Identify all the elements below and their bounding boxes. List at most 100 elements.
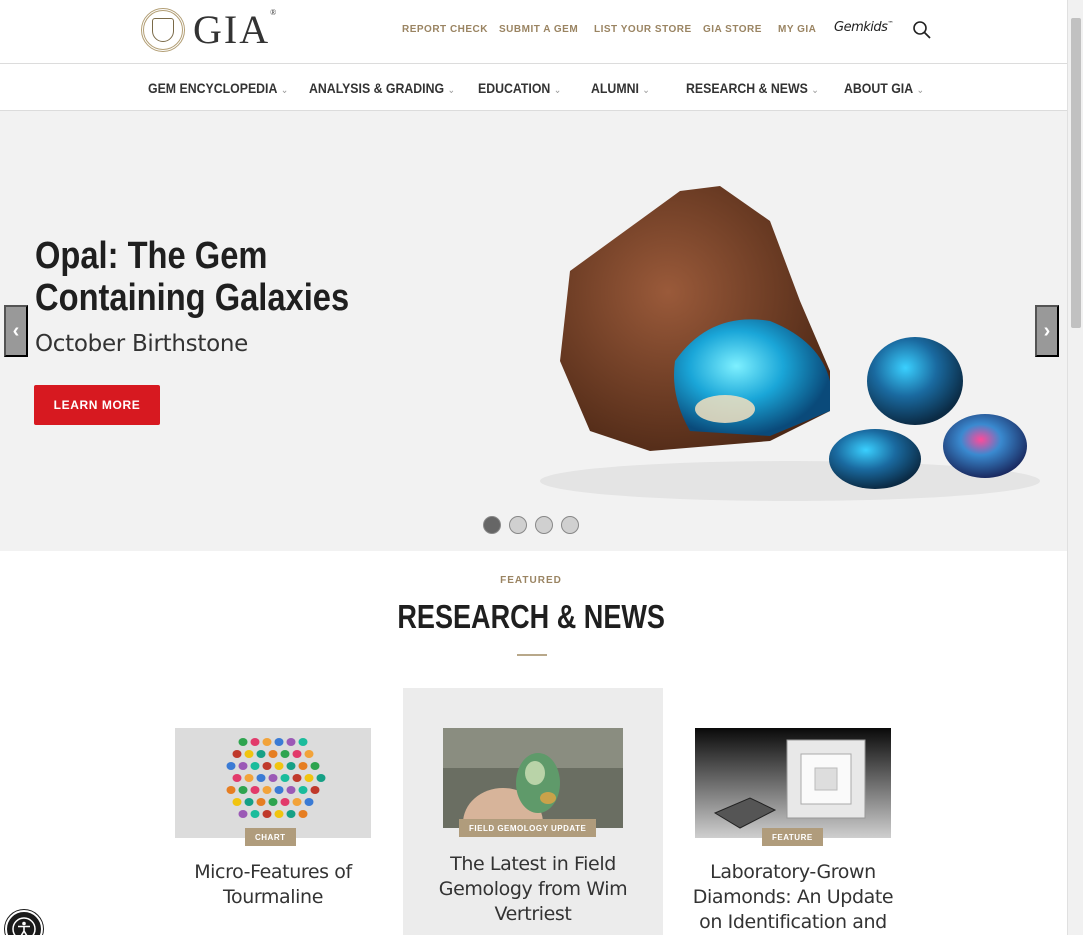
util-link-list-your-store[interactable]: LIST YOUR STORE	[594, 24, 692, 35]
gem-swatch	[256, 798, 266, 806]
chevron-down-icon: ⌄	[447, 85, 455, 96]
gia-seal-icon	[141, 8, 185, 52]
page-scrollbar[interactable]	[1067, 0, 1083, 935]
gem-swatch	[274, 810, 284, 818]
learn-more-button[interactable]: LEARN MORE	[34, 385, 160, 425]
gem-swatch	[268, 774, 278, 782]
gem-swatch	[226, 762, 236, 770]
chevron-down-icon: ⌄	[916, 85, 925, 96]
gem-swatch	[262, 810, 272, 818]
nav-research-news[interactable]: RESEARCH & NEWS ⌄	[686, 80, 819, 96]
gemkids-logo[interactable]: Gemkids™	[834, 20, 893, 35]
hero-subtitle: October Birthstone	[35, 331, 248, 357]
card-title: Laboratory-Grown Diamonds: An Update on …	[692, 861, 894, 933]
top-bar: GIA® REPORT CHECK SUBMIT A GEM LIST YOUR…	[0, 0, 1067, 64]
nav-gem-encyclopedia[interactable]: GEM ENCYCLOPEDIA ⌄	[148, 80, 288, 96]
gem-swatch	[274, 762, 284, 770]
card-tag: FIELD GEMOLOGY UPDATE	[459, 819, 597, 837]
gem-swatch	[304, 750, 314, 758]
gem-swatch	[262, 786, 272, 794]
gem-swatch	[286, 738, 296, 746]
gem-swatch	[292, 750, 302, 758]
carousel-dot-4[interactable]	[561, 516, 579, 534]
chevron-down-icon: ⌄	[280, 85, 289, 96]
gem-swatch	[310, 762, 320, 770]
gem-swatch	[298, 810, 308, 818]
gem-swatch	[250, 810, 260, 818]
carousel-dot-2[interactable]	[509, 516, 527, 534]
util-link-report-check[interactable]: REPORT CHECK	[402, 24, 488, 35]
scrollbar-thumb[interactable]	[1071, 18, 1081, 328]
gia-logo[interactable]: GIA®	[141, 8, 278, 52]
gem-swatch	[262, 738, 272, 746]
tourmaline-chart-image	[175, 728, 371, 838]
gem-swatch	[232, 774, 242, 782]
gem-swatch	[244, 798, 254, 806]
nav-analysis-grading[interactable]: ANALYSIS & GRADING ⌄	[309, 80, 455, 96]
gem-swatch	[250, 786, 260, 794]
carousel-dot-3[interactable]	[535, 516, 553, 534]
nav-alumni[interactable]: ALUMNI ⌄	[591, 80, 650, 96]
gem-swatch	[280, 774, 290, 782]
nav-label: ANALYSIS & GRADING	[309, 80, 445, 96]
opal-gems-image	[540, 186, 1040, 501]
nav-education[interactable]: EDUCATION ⌄	[478, 80, 561, 96]
gemkids-tm: ™	[887, 20, 893, 28]
nav-about-gia[interactable]: ABOUT GIA ⌄	[844, 80, 924, 96]
carousel-next-button[interactable]: ›	[1035, 305, 1059, 357]
gem-swatch	[232, 798, 242, 806]
featured-title: RESEARCH & NEWS	[0, 598, 1062, 636]
gem-swatch	[250, 738, 260, 746]
gem-swatch	[244, 774, 254, 782]
divider	[517, 654, 547, 656]
gem-swatch	[244, 750, 254, 758]
chevron-down-icon: ⌄	[811, 85, 819, 96]
card-title: Micro-Features of Tourmaline	[194, 861, 352, 908]
hero-title: Opal: The Gem Containing Galaxies	[35, 235, 350, 319]
gem-swatch	[304, 774, 314, 782]
gem-swatch	[262, 762, 272, 770]
gem-swatch	[268, 798, 278, 806]
gem-swatch	[310, 786, 320, 794]
nav-label: ALUMNI	[591, 80, 639, 96]
search-button[interactable]	[912, 20, 932, 40]
gem-swatch	[298, 738, 308, 746]
chevron-right-icon: ›	[1043, 319, 1051, 342]
gem-swatch	[256, 750, 266, 758]
gem-swatch	[232, 750, 242, 758]
gem-swatch	[268, 750, 278, 758]
nav-label: GEM ENCYCLOPEDIA	[148, 80, 278, 96]
registered-mark: ®	[270, 7, 279, 17]
gem-swatch	[274, 738, 284, 746]
gem-swatch	[286, 786, 296, 794]
util-link-gia-store[interactable]: GIA STORE	[703, 24, 762, 35]
gem-swatch	[304, 798, 314, 806]
card-tag: FEATURE	[762, 828, 823, 846]
logo-wordmark: GIA	[193, 7, 271, 52]
util-link-my-gia[interactable]: MY GIA	[778, 24, 816, 35]
nav-label: ABOUT GIA	[844, 80, 914, 96]
carousel-prev-button[interactable]: ‹	[4, 305, 28, 357]
gem-swatch	[238, 810, 248, 818]
gem-swatch	[286, 762, 296, 770]
gem-swatch	[250, 762, 260, 770]
chevron-left-icon: ‹	[12, 319, 20, 342]
gem-swatch	[238, 786, 248, 794]
gem-swatch	[280, 798, 290, 806]
search-icon	[913, 21, 931, 39]
gemkids-label: Gemkids	[834, 20, 888, 35]
featured-title-text: RESEARCH & NEWS	[397, 598, 665, 635]
gem-swatch	[280, 750, 290, 758]
accessibility-icon	[12, 917, 36, 935]
chevron-down-icon: ⌄	[642, 85, 650, 96]
gem-swatch	[238, 762, 248, 770]
nav-label: RESEARCH & NEWS	[686, 80, 808, 96]
gem-swatch	[226, 786, 236, 794]
accessibility-button[interactable]	[5, 910, 43, 935]
carousel-dot-1[interactable]	[483, 516, 501, 534]
gem-swatch	[292, 774, 302, 782]
main-nav: GEM ENCYCLOPEDIA ⌄ ANALYSIS & GRADING ⌄ ED…	[0, 64, 1067, 111]
nav-label: EDUCATION	[478, 80, 551, 96]
lab-grown-diamond-image	[695, 728, 891, 838]
util-link-submit-a-gem[interactable]: SUBMIT A GEM	[499, 24, 578, 35]
